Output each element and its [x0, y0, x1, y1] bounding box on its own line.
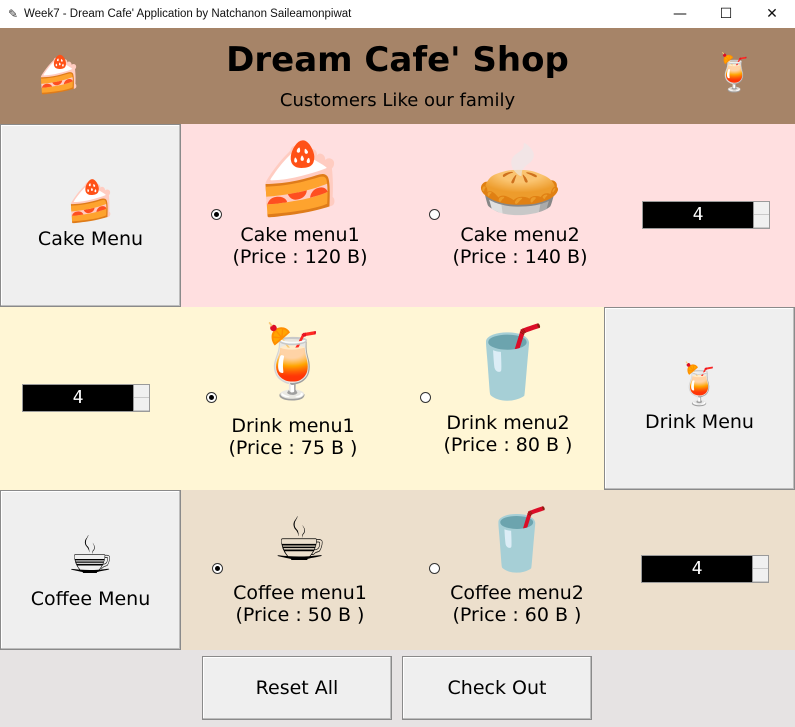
cake-menu1-name: Cake menu1	[240, 224, 360, 246]
check-out-button[interactable]: Check Out	[402, 656, 592, 720]
cake-menu-label: Cake Menu	[37, 227, 144, 250]
coffee-quantity-value[interactable]: 4	[642, 556, 752, 582]
shop-title: Dream Cafe' Shop	[226, 40, 569, 80]
cocktail-icon: 🍹	[712, 53, 757, 94]
cake-row: 🍰 Cake Menu 🍰 Cake menu1 (Price : 120 B)…	[0, 124, 795, 307]
app-feather-icon: ✎	[7, 7, 19, 21]
tropical-drink-icon: 🍹	[249, 321, 337, 403]
window-title: Week7 - Dream Cafe' Application by Natch…	[24, 8, 352, 20]
cake-quantity-spinbox[interactable]: 4	[642, 201, 770, 229]
coffee-cup-icon: ☕	[67, 526, 114, 586]
drink-quantity-spinbox[interactable]: 4	[22, 384, 150, 412]
latte-icon: ☕	[273, 505, 327, 575]
drink-menu-label: Drink Menu	[645, 410, 754, 433]
window-titlebar: ✎ Week7 - Dream Cafe' Application by Nat…	[0, 0, 795, 28]
coffee-quantity-up-arrow[interactable]	[753, 556, 768, 569]
coffee-row: ☕ Coffee Menu ☕ Coffee menu1 (Price : 50…	[0, 490, 795, 650]
coffee-menu2-price: (Price : 60 B )	[452, 604, 582, 626]
reset-all-button[interactable]: Reset All	[202, 656, 392, 720]
minimize-button[interactable]: —	[657, 0, 703, 28]
drink-quantity-arrows	[133, 385, 149, 411]
coffee-quantity-spinbox[interactable]: 4	[641, 555, 769, 583]
drink-menu2-price: (Price : 80 B )	[443, 434, 573, 456]
strawberry-cake-icon: 🍰	[256, 138, 344, 220]
cake-menu1-price: (Price : 120 B)	[232, 246, 368, 268]
coffee-quantity-down-arrow[interactable]	[753, 569, 768, 582]
drink-menu-button[interactable]: 🍹 Drink Menu	[604, 307, 795, 490]
coffee-menu1-price: (Price : 50 B )	[235, 604, 365, 626]
cake-quantity-up-arrow[interactable]	[754, 202, 769, 215]
cake-menu2-name: Cake menu2	[460, 224, 580, 246]
drink-menu2-name: Drink menu2	[446, 412, 570, 434]
cake-menu2-item: 🥧 Cake menu2 (Price : 140 B)	[440, 144, 600, 268]
cake-menu2-radio[interactable]	[429, 209, 440, 220]
drink-menu1-name: Drink menu1	[231, 415, 355, 437]
drink-menu2-item: 🥤 Drink menu2 (Price : 80 B )	[428, 327, 588, 456]
coffee-menu2-item: 🥤 Coffee menu2 (Price : 60 B )	[437, 510, 597, 626]
drink-quantity-down-arrow[interactable]	[134, 398, 149, 411]
cake-quantity-arrows	[753, 202, 769, 228]
drink-row: 4 🍹 Drink menu1 (Price : 75 B ) 🥤 Drink …	[0, 307, 795, 490]
cake-menu-button[interactable]: 🍰 Cake Menu	[0, 124, 181, 307]
drink-quantity-up-arrow[interactable]	[134, 385, 149, 398]
takeaway-cup-icon: 🥤	[479, 505, 555, 575]
pie-icon: 🥧	[476, 138, 564, 220]
cake-menu2-price: (Price : 140 B)	[452, 246, 588, 268]
drink-menu1-item: 🍹 Drink menu1 (Price : 75 B )	[213, 327, 373, 459]
window-controls: — ☐ ✕	[657, 0, 795, 28]
coffee-menu-button[interactable]: ☕ Coffee Menu	[0, 490, 181, 650]
cake-icon: 🍰	[65, 178, 116, 225]
close-button[interactable]: ✕	[749, 0, 795, 28]
coffee-menu2-name: Coffee menu2	[450, 582, 584, 604]
shop-header: 🍰 Dream Cafe' Shop Customers Like our fa…	[0, 28, 795, 124]
soda-can-icon: 🥤	[464, 321, 552, 403]
drink-quantity-value[interactable]: 4	[23, 385, 133, 411]
cake-menu1-item: 🍰 Cake menu1 (Price : 120 B)	[220, 144, 380, 268]
cake-quantity-value[interactable]: 4	[643, 202, 753, 228]
drink-menu1-price: (Price : 75 B )	[228, 437, 358, 459]
cocktail-icon: 🍹	[674, 361, 725, 408]
maximize-button[interactable]: ☐	[703, 0, 749, 28]
cake-quantity-down-arrow[interactable]	[754, 215, 769, 228]
coffee-menu1-item: ☕ Coffee menu1 (Price : 50 B )	[220, 510, 380, 626]
coffee-menu1-name: Coffee menu1	[233, 582, 367, 604]
coffee-menu-label: Coffee Menu	[30, 588, 151, 610]
shop-subtitle: Customers Like our family	[279, 90, 516, 111]
coffee-quantity-arrows	[752, 556, 768, 582]
